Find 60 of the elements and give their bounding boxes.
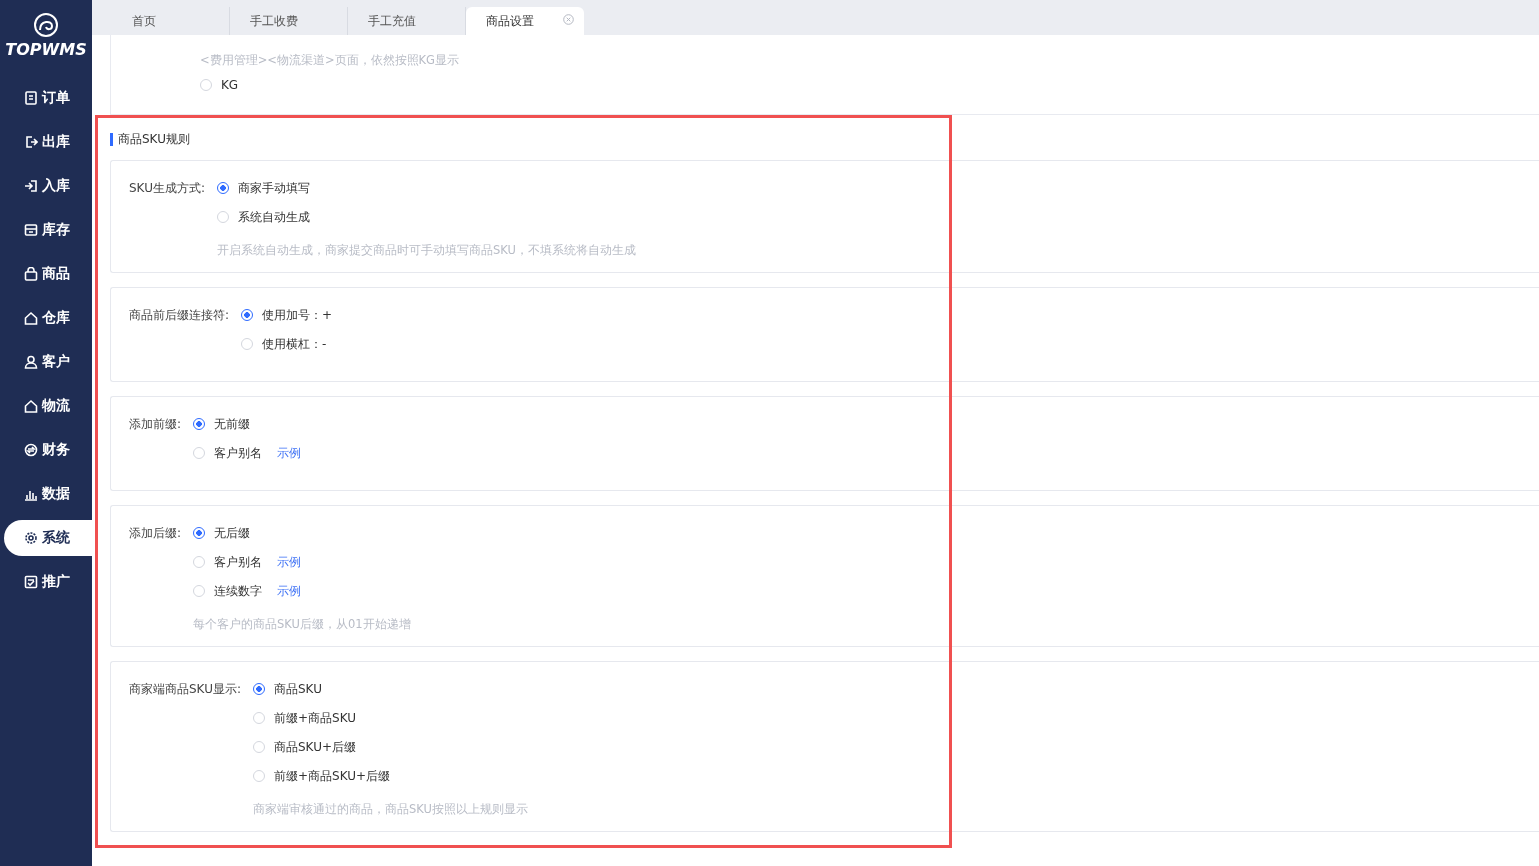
nav-item[interactable]: 库存	[4, 212, 92, 248]
option-label: 前缀+商品SKU+后缀	[274, 767, 391, 785]
document-icon	[24, 91, 38, 105]
option-label: KG	[221, 78, 239, 92]
hint-text: <费用管理><物流渠道>页面，依然按照KG显示	[200, 53, 460, 68]
house-icon	[24, 399, 38, 413]
nav-item[interactable]: 客户	[4, 344, 92, 380]
settings-icon	[24, 531, 38, 545]
nav-item[interactable]: 物流	[4, 388, 92, 424]
radio-button[interactable]	[193, 418, 206, 430]
coin-icon	[24, 443, 38, 457]
house-icon	[24, 311, 38, 325]
close-icon[interactable]	[563, 14, 574, 25]
option-label: 客户别名	[214, 553, 263, 571]
logo-text: TOPWMS	[5, 40, 87, 59]
radio-button[interactable]	[253, 683, 265, 695]
field-label: 添加前缀:	[129, 416, 182, 433]
field-label: 添加后缀:	[129, 525, 182, 542]
arrow-in-icon	[24, 179, 38, 193]
arrow-out-icon	[24, 135, 38, 149]
logo-icon	[31, 12, 61, 38]
user-icon	[24, 355, 38, 369]
example-link[interactable]: 示例	[277, 582, 302, 600]
option-label: 使用加号：+	[262, 306, 333, 324]
nav-item[interactable]: 系统	[4, 520, 92, 556]
option-label: 无前缀	[214, 415, 251, 433]
option-label: 商品SKU	[274, 680, 322, 698]
radio-button[interactable]	[193, 527, 206, 539]
section-title: 商品SKU规则	[110, 133, 1539, 146]
option-label: 商家手动填写	[238, 179, 310, 197]
example-link[interactable]: 示例	[277, 553, 302, 571]
bag-icon	[24, 267, 38, 281]
nav-item[interactable]: 仓库	[4, 300, 92, 336]
field-label: 商品前后缀连接符:	[129, 307, 230, 324]
option-label: 客户别名	[214, 444, 263, 462]
option-label: 使用横杠：-	[262, 335, 327, 353]
nav-item[interactable]: 订单	[4, 80, 92, 116]
nav-item[interactable]: 入库	[4, 168, 92, 204]
nav-item[interactable]: 财务	[4, 432, 92, 468]
option-label: 连续数字	[214, 582, 263, 600]
radio-button[interactable]	[241, 309, 254, 321]
nav-item[interactable]: 数据	[4, 476, 92, 512]
option-label: 前缀+商品SKU	[274, 709, 356, 727]
radio-button[interactable]	[217, 182, 229, 194]
tab[interactable]: 手工收费	[230, 7, 348, 35]
archive-icon	[24, 223, 38, 237]
hint-text: 开启系统自动生成，商家提交商品时可手动填写商品SKU，不填系统将自动生成	[217, 243, 636, 258]
option-label: 商品SKU+后缀	[274, 738, 356, 756]
option-label: 系统自动生成	[238, 208, 310, 226]
hint-text: 每个客户的商品SKU后缀，从01开始递增	[193, 617, 411, 632]
tab[interactable]: 首页	[112, 7, 230, 35]
tab[interactable]: 商品设置	[466, 7, 584, 35]
example-link[interactable]: 示例	[277, 444, 302, 462]
nav-item[interactable]: 商品	[4, 256, 92, 292]
field-label: 商家端商品SKU显示:	[129, 681, 241, 698]
nav-item[interactable]: 出库	[4, 124, 92, 160]
field-label: SKU生成方式:	[129, 180, 205, 197]
board-icon	[24, 575, 38, 589]
option-label: 无后缀	[214, 524, 251, 542]
nav-item[interactable]: 推广	[4, 564, 92, 600]
